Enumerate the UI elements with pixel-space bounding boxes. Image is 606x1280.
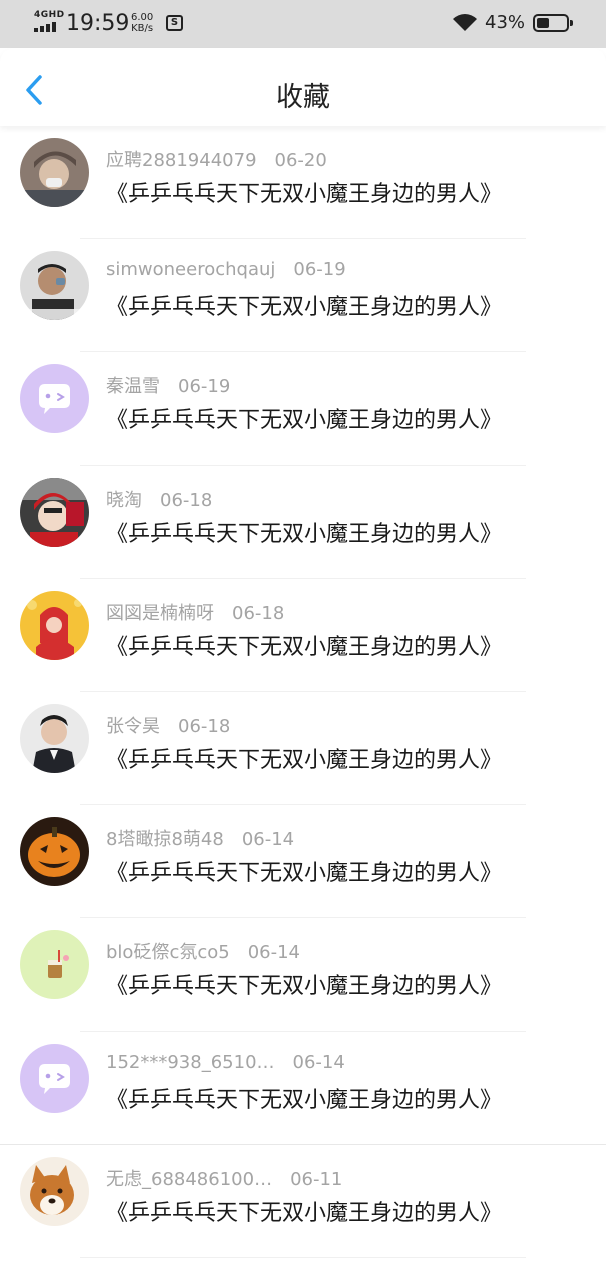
avatar[interactable] bbox=[20, 590, 89, 660]
item-meta: 秦温雪 06-19 bbox=[106, 372, 230, 398]
item-meta: 无虑_688486100… 06-11 bbox=[106, 1165, 342, 1191]
wifi-icon bbox=[453, 14, 477, 31]
list-item[interactable]: 张令昊 06-18 《乒乒乓乓天下无双小魔王身边的男人》 bbox=[0, 692, 606, 806]
avatar[interactable] bbox=[20, 364, 89, 434]
item-date: 06-14 bbox=[241, 829, 295, 851]
avatar[interactable] bbox=[20, 930, 89, 1000]
item-title[interactable]: 《乒乒乓乓天下无双小魔王身边的男人》 bbox=[106, 1195, 502, 1227]
clock: 19:59 bbox=[66, 11, 130, 36]
user-name: 无虑_688486100… bbox=[106, 1168, 273, 1190]
speed-unit: KB/s bbox=[131, 23, 154, 34]
item-title[interactable]: 《乒乒乓乓天下无双小魔王身边的男人》 bbox=[106, 855, 502, 887]
item-meta: 8塔瞰掠8萌48 06-14 bbox=[106, 825, 294, 851]
avatar[interactable] bbox=[20, 1043, 89, 1113]
list-item[interactable]: 晓淘 06-18 《乒乒乓乓天下无双小魔王身边的男人》 bbox=[0, 466, 606, 579]
list-item[interactable]: simwoneerochqauj 06-19 《乒乒乓乓天下无双小魔王身边的男人》 bbox=[0, 239, 606, 353]
speed-value: 6.00 bbox=[131, 12, 154, 23]
nav-bar: 收藏 bbox=[0, 48, 606, 126]
divider bbox=[80, 1256, 526, 1258]
item-title[interactable]: 《乒乒乓乓天下无双小魔王身边的男人》 bbox=[106, 742, 502, 774]
avatar[interactable] bbox=[20, 251, 89, 321]
user-name: 8塔瞰掠8萌48 bbox=[106, 829, 224, 851]
page-title: 收藏 bbox=[276, 82, 330, 113]
item-title[interactable]: 《乒乒乓乓天下无双小魔王身边的男人》 bbox=[106, 176, 502, 208]
list-item[interactable]: 8塔瞰掠8萌48 06-14 《乒乒乓乓天下无双小魔王身边的男人》 bbox=[0, 805, 606, 919]
avatar[interactable] bbox=[20, 138, 89, 207]
item-meta: 図図是楠楠呀 06-18 bbox=[106, 599, 284, 625]
user-name: 152***938_6510… bbox=[106, 1051, 275, 1073]
list-item[interactable]: 秦温雪 06-19 《乒乒乓乓天下无双小魔王身边的男人》 bbox=[0, 352, 606, 466]
signal-icon bbox=[34, 21, 58, 32]
item-date: 06-20 bbox=[274, 150, 327, 171]
user-name: 张令昊 bbox=[106, 715, 160, 737]
item-title[interactable]: 《乒乒乓乓天下无双小魔王身边的男人》 bbox=[106, 289, 502, 321]
user-name: 应聘2881944079 bbox=[106, 150, 257, 171]
list-item[interactable]: blo砭傺c氛co5 06-14 《乒乒乓乓天下无双小魔王身边的男人》 bbox=[0, 918, 606, 1032]
item-title[interactable]: 《乒乒乓乓天下无双小魔王身边的男人》 bbox=[106, 1082, 502, 1114]
item-title[interactable]: 《乒乒乓乓天下无双小魔王身边的男人》 bbox=[106, 402, 502, 434]
user-name: simwoneerochqauj bbox=[106, 259, 276, 281]
list-item[interactable]: 无虑_688486100… 06-11 《乒乒乓乓天下无双小魔王身边的男人》 bbox=[0, 1145, 606, 1258]
avatar[interactable] bbox=[20, 703, 89, 773]
item-meta: blo砭傺c氛co5 06-14 bbox=[106, 938, 300, 964]
item-meta: 应聘2881944079 06-20 bbox=[106, 146, 327, 172]
item-date: 06-14 bbox=[247, 942, 301, 964]
item-date: 06-19 bbox=[178, 376, 231, 398]
avatar[interactable] bbox=[20, 477, 89, 547]
battery-icon bbox=[533, 14, 573, 32]
battery-percent: 43% bbox=[485, 12, 526, 33]
item-meta: simwoneerochqauj 06-19 bbox=[106, 259, 346, 280]
user-name: 秦温雪 bbox=[106, 376, 160, 398]
avatar[interactable] bbox=[20, 1156, 89, 1226]
avatar[interactable] bbox=[20, 817, 89, 887]
item-date: 06-19 bbox=[293, 259, 346, 281]
item-date: 06-18 bbox=[232, 602, 285, 624]
item-meta: 张令昊 06-18 bbox=[106, 712, 230, 738]
network-type: 4GHD bbox=[34, 10, 65, 20]
list-item[interactable]: 应聘2881944079 06-20 《乒乒乓乓天下无双小魔王身边的男人》 bbox=[0, 126, 606, 240]
list-item[interactable]: 図図是楠楠呀 06-18 《乒乒乓乓天下无双小魔王身边的男人》 bbox=[0, 579, 606, 692]
app-notification-icon: S bbox=[166, 15, 183, 31]
list-item[interactable]: 152***938_6510… 06-14 《乒乒乓乓天下无双小魔王身边的男人》 bbox=[0, 1032, 606, 1145]
item-title[interactable]: 《乒乒乓乓天下无双小魔王身边的男人》 bbox=[106, 516, 502, 548]
item-title[interactable]: 《乒乒乓乓天下无双小魔王身边的男人》 bbox=[106, 629, 502, 661]
user-name: 晓淘 bbox=[106, 489, 142, 511]
battery-level bbox=[537, 18, 550, 28]
favorites-list: 应聘2881944079 06-20 《乒乒乓乓天下无双小魔王身边的男人》 simwo… bbox=[0, 126, 606, 1258]
item-date: 06-18 bbox=[160, 489, 213, 511]
item-date: 06-18 bbox=[178, 715, 231, 737]
user-name: blo砭傺c氛co5 bbox=[106, 942, 230, 964]
item-meta: 晓淘 06-18 bbox=[106, 486, 212, 512]
network-speed: 6.00 KB/s bbox=[131, 12, 153, 34]
status-bar: 4GHD 19:59 6.00 KB/s S 43% bbox=[0, 0, 606, 48]
item-meta: 152***938_6510… 06-14 bbox=[106, 1052, 345, 1073]
item-date: 06-14 bbox=[292, 1051, 345, 1073]
item-title[interactable]: 《乒乒乓乓天下无双小魔王身边的男人》 bbox=[106, 968, 502, 1000]
user-name: 図図是楠楠呀 bbox=[106, 602, 214, 624]
item-date: 06-11 bbox=[290, 1168, 343, 1190]
